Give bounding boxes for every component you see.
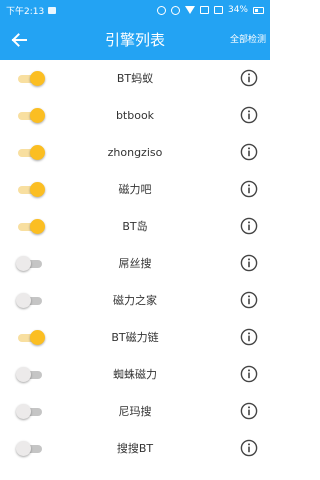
engine-toggle[interactable] [16,71,46,87]
app-bar: 引擎列表 全部检测 [0,20,270,60]
engine-list: BT蚂蚁 btbook zhongziso 磁力吧 BT岛屌丝搜磁力之家 BT磁力链蜘蛛磁… [0,60,270,467]
engine-name: 磁力吧 [118,183,152,196]
info-icon [240,328,258,346]
engine-row: BT蚂蚁 [0,60,270,97]
info-button[interactable] [240,217,258,235]
notification-icon [48,6,57,14]
engine-toggle[interactable] [16,367,46,383]
detect-all-button[interactable]: 全部检测 [230,20,266,60]
info-icon [240,217,258,235]
toggle-thumb [30,108,45,123]
toggle-thumb [30,330,45,345]
info-button[interactable] [240,402,258,420]
toggle-thumb [30,145,45,160]
toggle-thumb [16,441,31,456]
engine-row: 磁力吧 [0,171,270,208]
engine-name: btbook [115,109,155,122]
engine-row: 磁力之家 [0,282,270,319]
engine-name: 搜搜BT [116,442,154,455]
info-icon [240,402,258,420]
info-icon [240,291,258,309]
info-button[interactable] [240,106,258,124]
engine-row: BT磁力链 [0,319,270,356]
battery-icon [253,6,264,14]
engine-name: 屌丝搜 [118,257,152,270]
info-button[interactable] [240,365,258,383]
engine-toggle[interactable] [16,145,46,161]
engine-toggle[interactable] [16,441,46,457]
status-bar: 下午2:13 34% [0,0,270,20]
engine-toggle[interactable] [16,219,46,235]
toggle-thumb [16,367,31,382]
info-icon [240,439,258,457]
engine-toggle[interactable] [16,256,46,272]
engine-toggle[interactable] [16,404,46,420]
toggle-thumb [16,404,31,419]
engine-name: BT蚂蚁 [116,72,154,85]
engine-name: zhongziso [107,146,163,159]
engine-row: btbook [0,97,270,134]
engine-toggle[interactable] [16,293,46,309]
engine-name: 尼玛搜 [118,405,152,418]
engine-name: 磁力之家 [113,294,157,307]
battery-percent: 34% [227,5,248,15]
engine-row: zhongziso [0,134,270,171]
toggle-thumb [30,219,45,234]
toggle-thumb [16,256,31,271]
sim-icon [199,6,209,14]
engine-name: 蜘蛛磁力 [113,368,157,381]
engine-name: BT磁力链 [111,331,159,344]
wifi-icon [184,6,195,14]
info-button[interactable] [240,328,258,346]
info-button[interactable] [240,291,258,309]
engine-row: 蜘蛛磁力 [0,356,270,393]
info-icon [240,365,258,383]
info-icon [240,254,258,272]
info-button[interactable] [240,69,258,87]
info-icon [240,69,258,87]
toggle-thumb [16,293,31,308]
engine-row: BT岛 [0,208,270,245]
info-icon [240,180,258,198]
info-button[interactable] [240,254,258,272]
engine-name: BT岛 [122,220,148,233]
engine-row: 搜搜BT [0,430,270,467]
engine-toggle[interactable] [16,330,46,346]
dnd-icon [170,5,180,15]
engine-toggle[interactable] [16,108,46,124]
toggle-thumb [30,182,45,197]
info-button[interactable] [240,439,258,457]
status-time: 下午2:13 [6,6,45,17]
signal-icon [213,6,223,14]
info-button[interactable] [240,143,258,161]
engine-row: 尼玛搜 [0,393,270,430]
engine-toggle[interactable] [16,182,46,198]
engine-row: 屌丝搜 [0,245,270,282]
info-icon [240,106,258,124]
alarm-icon [156,5,166,15]
info-button[interactable] [240,180,258,198]
info-icon [240,143,258,161]
toggle-thumb [30,71,45,86]
